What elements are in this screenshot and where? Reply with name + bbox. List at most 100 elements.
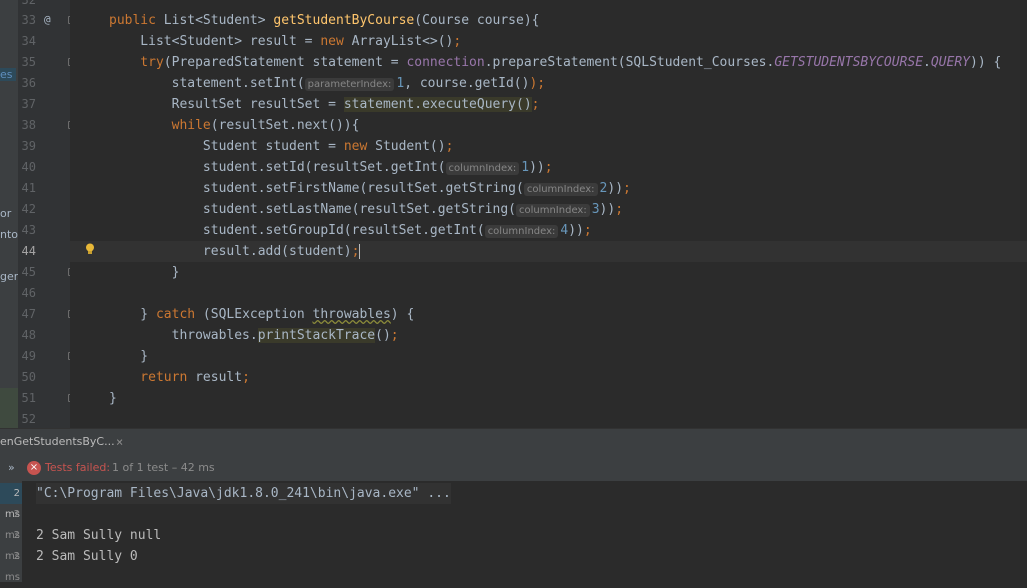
code-text: student.setFirstName(resultSet.getString… bbox=[109, 181, 524, 196]
keyword: public bbox=[109, 13, 156, 28]
parameter-hint: columnIndex: bbox=[445, 162, 520, 175]
test-time[interactable]: 2 ms bbox=[0, 546, 22, 583]
close-icon[interactable]: × bbox=[116, 435, 123, 449]
code-line-49[interactable]: } bbox=[109, 346, 148, 367]
code-text: )) bbox=[599, 202, 616, 217]
code-text: student.setLastName(resultSet.getString( bbox=[109, 202, 516, 217]
code-line-43[interactable]: student.setGroupId(resultSet.getInt(colu… bbox=[109, 220, 592, 241]
code-text: ArrayList<>() bbox=[343, 34, 454, 49]
status-label: Tests failed: bbox=[45, 461, 111, 474]
semicolon: ; bbox=[390, 328, 399, 343]
semicolon: ; bbox=[623, 181, 631, 196]
number-literal: 1 bbox=[521, 160, 530, 175]
console-output[interactable]: "C:\Program Files\Java\jdk1.8.0_241\bin\… bbox=[22, 481, 1027, 582]
line-number: 42 bbox=[21, 202, 36, 216]
code-line-42[interactable]: student.setLastName(resultSet.getString(… bbox=[109, 199, 623, 220]
code-line-50[interactable]: return result; bbox=[109, 367, 250, 388]
line-number: 37 bbox=[21, 97, 36, 111]
parameter-hint: columnIndex: bbox=[516, 204, 590, 217]
test-time[interactable]: 2 ms bbox=[0, 504, 22, 541]
test-time[interactable]: 2 ms bbox=[0, 525, 22, 562]
line-number: 39 bbox=[21, 139, 36, 153]
code-line-40[interactable]: student.setId(resultSet.getInt(columnInd… bbox=[109, 157, 553, 178]
code-text: )) bbox=[607, 181, 624, 196]
code-line-39[interactable]: Student student = new Student(); bbox=[109, 136, 454, 157]
expand-icon[interactable]: » bbox=[8, 461, 15, 474]
semicolon: ; bbox=[445, 139, 454, 154]
warning-highlight[interactable]: printStackTrace bbox=[257, 328, 376, 343]
code-line-37[interactable]: ResultSet resultSet = statement.executeQ… bbox=[109, 94, 539, 115]
test-time[interactable]: 2 ms bbox=[0, 483, 22, 520]
code-line-51[interactable]: } bbox=[109, 388, 117, 409]
line-number: 48 bbox=[21, 328, 36, 342]
console-line: 2 Sam Sully null bbox=[36, 528, 162, 543]
run-tool-window-tabs: enGetStudentsByC... × bbox=[0, 428, 1027, 455]
field-ref: connection bbox=[406, 55, 485, 70]
line-number: 49 bbox=[21, 349, 36, 363]
line-number: 52 bbox=[21, 412, 36, 426]
parameter-hint: parameterIndex: bbox=[304, 78, 395, 91]
keyword: catch bbox=[155, 307, 196, 322]
warning-highlight[interactable]: statement.executeQuery() bbox=[343, 97, 532, 112]
code-text: Student() bbox=[367, 139, 446, 154]
code-text: .prepareStatement(SQLStudent_Courses. bbox=[484, 55, 775, 70]
code-text: student.setId(resultSet.getInt( bbox=[109, 160, 446, 175]
code-line-45[interactable]: } bbox=[109, 262, 180, 283]
code-line-41[interactable]: student.setFirstName(resultSet.getString… bbox=[109, 178, 631, 199]
code-editor[interactable]: public List<Student> getStudentByCourse(… bbox=[70, 0, 1027, 428]
code-line-48[interactable]: throwables.printStackTrace(); bbox=[109, 325, 399, 346]
code-text: Student student = bbox=[109, 139, 344, 154]
code-text: List<Student> result = bbox=[109, 34, 321, 49]
line-number: 34 bbox=[21, 34, 36, 48]
keyword: try bbox=[109, 55, 164, 70]
keyword: new bbox=[320, 34, 344, 49]
line-number: 40 bbox=[21, 160, 36, 174]
line-number: 36 bbox=[21, 76, 36, 90]
code-line-33[interactable]: public List<Student> getStudentByCourse(… bbox=[109, 10, 540, 31]
tab-test-run[interactable]: enGetStudentsByC... bbox=[0, 429, 115, 455]
test-failed-icon: × bbox=[27, 461, 41, 475]
test-status-bar: » × Tests failed: 1 of 1 test – 42 ms bbox=[0, 455, 1027, 481]
code-line-44[interactable]: result.add(student); bbox=[109, 241, 361, 262]
sidebar-item[interactable]: es bbox=[0, 68, 16, 81]
line-number: 35 bbox=[21, 55, 36, 69]
semicolon: ; bbox=[544, 160, 553, 175]
semicolon: ); bbox=[529, 76, 546, 91]
code-text: )) bbox=[529, 160, 545, 175]
sidebar-strip bbox=[0, 0, 18, 70]
project-sidebar[interactable]: es or nto ger bbox=[0, 0, 18, 428]
sidebar-selected-strip bbox=[0, 388, 18, 428]
code-line-36[interactable]: statement.setInt(parameterIndex: 1, cours… bbox=[109, 73, 545, 94]
test-tree[interactable]: 2 ms 2 ms 2 ms 2 ms bbox=[0, 481, 22, 583]
code-line-38[interactable]: while(resultSet.next()){ bbox=[109, 115, 360, 136]
semicolon: ; bbox=[453, 34, 462, 49]
console-line: 2 Sam Sully 0 bbox=[36, 549, 138, 564]
line-number: 41 bbox=[21, 181, 36, 195]
sidebar-item[interactable]: or bbox=[0, 207, 18, 220]
code-text: ResultSet resultSet = bbox=[109, 97, 344, 112]
unused-warning[interactable]: throwables bbox=[313, 307, 391, 322]
code-line-35[interactable]: try(PreparedStatement statement = connec… bbox=[109, 52, 1001, 73]
lightbulb-icon[interactable] bbox=[85, 243, 95, 255]
code-line-47[interactable]: } catch (SQLException throwables) { bbox=[109, 304, 414, 325]
override-icon[interactable]: @ bbox=[44, 13, 51, 26]
code-text: } bbox=[109, 307, 156, 322]
code-text: (SQLException bbox=[195, 307, 313, 322]
code-text: result.add(student) bbox=[109, 244, 352, 259]
code-text: } bbox=[109, 391, 117, 406]
line-gutter: 32 33 34 35 36 37 38 39 40 41 42 43 44 4… bbox=[18, 0, 74, 428]
text-caret bbox=[359, 244, 361, 259]
keyword: while bbox=[109, 118, 211, 133]
semicolon: ; bbox=[242, 370, 250, 385]
semicolon: ; bbox=[615, 202, 624, 217]
semicolon: ; bbox=[583, 223, 592, 238]
code-text: student.setGroupId(resultSet.getInt( bbox=[109, 223, 485, 238]
line-number: 50 bbox=[21, 370, 36, 384]
code-text: result bbox=[187, 370, 243, 385]
code-line-34[interactable]: List<Student> result = new ArrayList<>()… bbox=[109, 31, 461, 52]
sidebar-item[interactable]: nto bbox=[0, 228, 18, 241]
line-number: 51 bbox=[21, 391, 36, 405]
sidebar-item[interactable]: ger bbox=[0, 270, 18, 283]
line-number: 43 bbox=[21, 223, 36, 237]
code-text: )) { bbox=[970, 55, 1002, 70]
